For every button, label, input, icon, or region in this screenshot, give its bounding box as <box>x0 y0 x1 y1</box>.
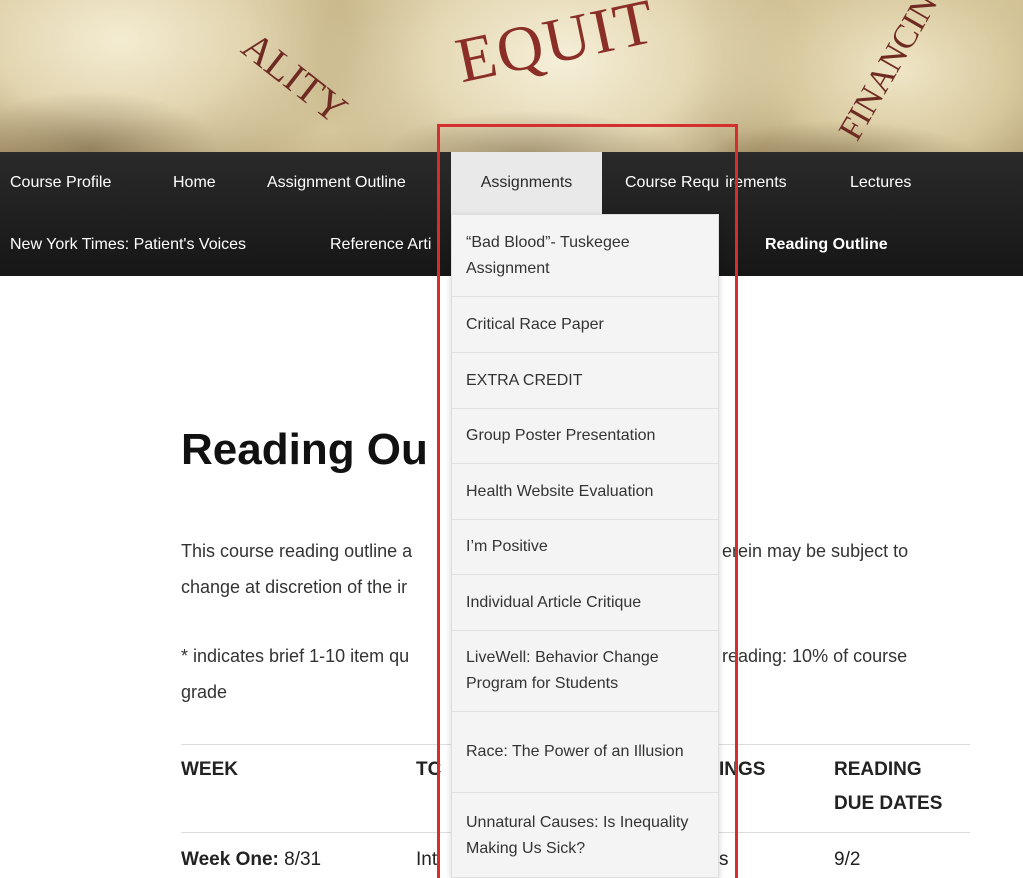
intro-text-line2: change at discretion of the ir <box>181 577 408 597</box>
dropdown-item-extra-credit[interactable]: EXTRA CREDIT <box>452 353 718 409</box>
nav-nyt-patients-voices[interactable]: New York Times: Patient's Voices <box>10 214 246 276</box>
nav-assignment-outline[interactable]: Assignment Outline <box>267 152 406 214</box>
banner-word-equity: EQUIT <box>449 0 663 97</box>
table-header-due-line1: READING <box>834 759 922 780</box>
table-header-week: WEEK <box>181 759 238 780</box>
nav-course-requirements-label: Course Requ <box>625 174 720 191</box>
banner-shadow <box>380 110 680 152</box>
table-header-due-dates: READING DUE DATES <box>834 753 942 821</box>
assignments-dropdown-menu: “Bad Blood”- Tuskegee Assignment Critica… <box>451 214 719 878</box>
dropdown-item-bad-blood[interactable]: “Bad Blood”- Tuskegee Assignment <box>452 215 718 297</box>
nav-assignments[interactable]: Assignments <box>451 152 602 214</box>
week-label: Week One: <box>181 849 279 870</box>
banner-word-quality: ALITY <box>233 22 356 133</box>
nav-course-profile[interactable]: Course Profile <box>10 152 111 214</box>
table-header-readings: INGS <box>719 759 766 780</box>
dropdown-item-critical-race-paper[interactable]: Critical Race Paper <box>452 297 718 353</box>
nav-reading-outline[interactable]: Reading Outline <box>765 214 888 276</box>
dropdown-item-livewell[interactable]: LiveWell: Behavior Change Program for St… <box>452 631 718 712</box>
dropdown-item-race-illusion[interactable]: Race: The Power of an Illusion <box>452 712 718 793</box>
table-cell-due-date: 9/2 <box>834 849 861 870</box>
intro-text-left: This course reading outline a <box>181 541 413 561</box>
quiz-note-left: * indicates brief 1-10 item qu <box>181 646 410 666</box>
dropdown-item-article-critique[interactable]: Individual Article Critique <box>452 575 718 631</box>
nav-course-requirements-label-tail: irements <box>725 174 787 191</box>
page-title: Reading Ou <box>181 425 428 474</box>
intro-text-right: erein may be subject to <box>722 541 909 561</box>
nav-lectures[interactable]: Lectures <box>850 152 911 214</box>
nav-course-requirements[interactable]: Course Requ irements <box>625 152 787 214</box>
table-cell-readings: s <box>719 849 729 870</box>
dropdown-item-unnatural-causes[interactable]: Unnatural Causes: Is Inequality Making U… <box>452 793 718 877</box>
dropdown-item-group-poster[interactable]: Group Poster Presentation <box>452 409 718 464</box>
header-banner: ALITY EQUIT FINANCIN <box>0 0 1023 152</box>
banner-shadow <box>0 90 220 152</box>
table-header-topic: TC <box>416 759 442 780</box>
nav-home[interactable]: Home <box>173 152 216 214</box>
table-header-due-line2: DUE DATES <box>834 793 943 814</box>
nav-reference-articles[interactable]: Reference Arti <box>330 214 431 276</box>
table-cell-week: Week One: 8/31 <box>181 849 321 871</box>
quiz-note-right: reading: 10% of course <box>722 646 908 666</box>
quiz-note-line2: grade <box>181 682 228 702</box>
dropdown-item-im-positive[interactable]: I’m Positive <box>452 520 718 575</box>
dropdown-item-health-website[interactable]: Health Website Evaluation <box>452 464 718 520</box>
week-date: 8/31 <box>278 849 322 870</box>
table-cell-topic: Int <box>416 849 438 870</box>
